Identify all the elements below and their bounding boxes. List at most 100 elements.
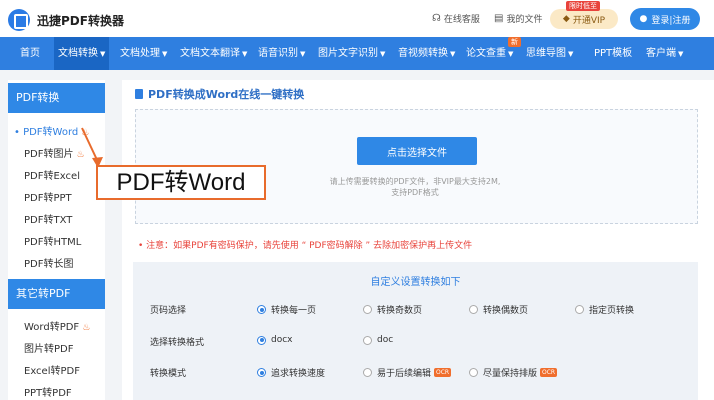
nav-speech[interactable]: 语音识别 ▼ — [254, 37, 309, 70]
sidebar-item-word-to-pdf[interactable]: Word转PDF ♨ — [24, 318, 90, 333]
mode-option-layout[interactable]: 尽量保持排版 OCR — [469, 366, 558, 379]
headset-icon: ☊ — [432, 13, 441, 24]
top-bar: 迅捷PDF转换器 ☊ 在线客服 ▤ 我的文件 ◆ 开通VIP 限时低至 ● 登录… — [0, 0, 714, 37]
nav-doc-convert[interactable]: 文档转换 ▼ — [54, 37, 110, 70]
radio-icon — [575, 305, 584, 314]
option-label: 尽量保持排版 — [483, 369, 538, 379]
bullet-icon: • — [14, 127, 24, 138]
sidebar-item-pdf-to-long-image[interactable]: PDF转长图 — [24, 255, 73, 270]
nav-label: 思维导图 — [526, 48, 566, 59]
option-label: 易于后续编辑 — [377, 369, 432, 379]
customer-service-label: 在线客服 — [443, 15, 480, 25]
pdf-unlock-link[interactable]: “ PDF密码解除 ” — [302, 241, 371, 251]
page-option-all[interactable]: 转换每一页 — [257, 303, 316, 316]
user-icon: ● — [639, 14, 648, 24]
notice-prefix: • 注意：如果PDF有密码保护，请先使用 — [138, 241, 299, 251]
option-label: 转换奇数页 — [377, 306, 423, 316]
caret-down-icon: ▼ — [568, 50, 574, 58]
vip-label: 开通VIP — [572, 15, 606, 26]
sidebar-item-label: PDF转HTML — [24, 237, 82, 248]
brand-logo[interactable]: 迅捷PDF转换器 — [8, 9, 124, 31]
sidebar-item-label: Word转PDF — [24, 322, 80, 333]
sidebar-item-pdf-to-html[interactable]: PDF转HTML — [24, 233, 81, 248]
vip-promo-badge: 限时低至 — [566, 1, 600, 11]
sidebar-item-pdf-to-excel[interactable]: PDF转Excel — [24, 167, 80, 182]
page-title-text: PDF转换成Word在线一键转换 — [148, 88, 305, 101]
sidebar-item-label: PDF转Word — [23, 127, 79, 138]
brand-name: 迅捷PDF转换器 — [37, 13, 124, 28]
radio-checked-icon — [257, 305, 266, 314]
option-label: doc — [377, 335, 394, 345]
option-label: 追求转换速度 — [271, 369, 326, 379]
option-label: docx — [271, 335, 293, 345]
sidebar-group-to-pdf: 其它转PDF — [8, 279, 105, 309]
new-badge: 新 — [508, 37, 521, 47]
nav-label: 客户端 — [646, 48, 676, 59]
sidebar-item-label: PPT转PDF — [24, 388, 72, 399]
callout-label: PDF转Word — [96, 165, 266, 200]
format-select-label: 选择转换格式 — [150, 338, 205, 348]
diamond-icon: ◆ — [562, 14, 570, 24]
page-select-label: 页码选择 — [150, 306, 187, 316]
nav-doc-process[interactable]: 文档处理 ▼ — [116, 37, 171, 70]
nav-translate[interactable]: 文档文本翻译 ▼ — [176, 37, 251, 70]
caret-down-icon: ▼ — [678, 50, 684, 58]
login-button[interactable]: ● 登录|注册 — [630, 8, 700, 30]
login-label: 登录|注册 — [651, 15, 691, 26]
caret-down-icon: ▼ — [380, 50, 386, 58]
sidebar-item-excel-to-pdf[interactable]: Excel转PDF — [24, 362, 80, 377]
nav-client[interactable]: 客户端 ▼ — [642, 37, 687, 70]
radio-icon — [363, 368, 372, 377]
flame-icon: ♨ — [82, 323, 91, 333]
sidebar-group-pdf-convert: PDF转换 — [8, 83, 105, 113]
notice-suffix: 去除加密保护再上传文件 — [373, 241, 473, 251]
sidebar-item-label: PDF转Excel — [24, 171, 80, 182]
main-nav: 首页 文档转换 ▼ 文档处理 ▼ 文档文本翻译 ▼ 语音识别 ▼ 图片文字识别 ▼ 音视频… — [0, 37, 714, 70]
radio-icon — [469, 368, 478, 377]
sidebar-item-ppt-to-pdf[interactable]: PPT转PDF — [24, 384, 72, 399]
select-file-button[interactable]: 点击选择文件 — [357, 137, 477, 165]
radio-icon — [363, 305, 372, 314]
sidebar-item-pdf-to-txt[interactable]: PDF转TXT — [24, 211, 72, 226]
caret-down-icon: ▼ — [100, 50, 106, 58]
radio-checked-icon — [257, 335, 266, 345]
format-option-doc[interactable]: doc — [363, 335, 393, 345]
page-option-odd[interactable]: 转换奇数页 — [363, 303, 422, 316]
nav-label: 文档文本翻译 — [180, 48, 240, 59]
file-icon: ▤ — [494, 13, 504, 24]
nav-ppt-template[interactable]: PPT模板 — [590, 37, 636, 70]
customer-service-link[interactable]: ☊ 在线客服 — [432, 12, 480, 25]
page-option-specific[interactable]: 指定页转换 — [575, 303, 634, 316]
sidebar-item-image-to-pdf[interactable]: 图片转PDF — [24, 340, 73, 355]
sidebar-item-label: Excel转PDF — [24, 366, 80, 377]
ocr-badge: OCR — [434, 368, 452, 377]
format-option-docx[interactable]: docx — [257, 335, 293, 345]
nav-home[interactable]: 首页 — [12, 37, 48, 70]
nav-mindmap[interactable]: 思维导图 ▼ — [522, 37, 577, 70]
my-files-link[interactable]: ▤ 我的文件 — [494, 12, 542, 25]
nav-ocr[interactable]: 图片文字识别 ▼ — [314, 37, 389, 70]
nav-av-convert[interactable]: 音视频转换 ▼ — [394, 37, 459, 70]
mode-option-speed[interactable]: 追求转换速度 — [257, 366, 325, 379]
nav-label: 首页 — [20, 48, 40, 59]
nav-label: 语音识别 — [258, 48, 298, 59]
option-label: 转换每一页 — [271, 306, 317, 316]
sidebar-item-label: PDF转TXT — [24, 215, 73, 226]
nav-label: 文档处理 — [120, 48, 160, 59]
page-title: PDF转换成Word在线一键转换 — [135, 86, 304, 102]
upload-hint-line1: 请上传需要转换的PDF文件，非VIP最大支持2M, — [329, 177, 501, 186]
vip-button[interactable]: ◆ 开通VIP — [550, 9, 618, 29]
nav-label: PPT模板 — [594, 48, 633, 59]
page-option-even[interactable]: 转换偶数页 — [469, 303, 528, 316]
document-icon — [135, 89, 143, 99]
password-notice: • 注意：如果PDF有密码保护，请先使用 “ PDF密码解除 ” 去除加密保护再… — [138, 238, 472, 251]
nav-label: 音视频转换 — [398, 48, 448, 59]
mode-option-editable[interactable]: 易于后续编辑 OCR — [363, 366, 452, 379]
nav-label: 论文查重 — [466, 48, 506, 59]
sidebar-item-label: PDF转长图 — [24, 259, 74, 270]
ocr-badge: OCR — [540, 368, 558, 377]
radio-icon — [363, 335, 372, 345]
sidebar-item-pdf-to-ppt[interactable]: PDF转PPT — [24, 189, 72, 204]
caret-down-icon: ▼ — [300, 50, 306, 58]
option-label: 指定页转换 — [589, 306, 635, 316]
